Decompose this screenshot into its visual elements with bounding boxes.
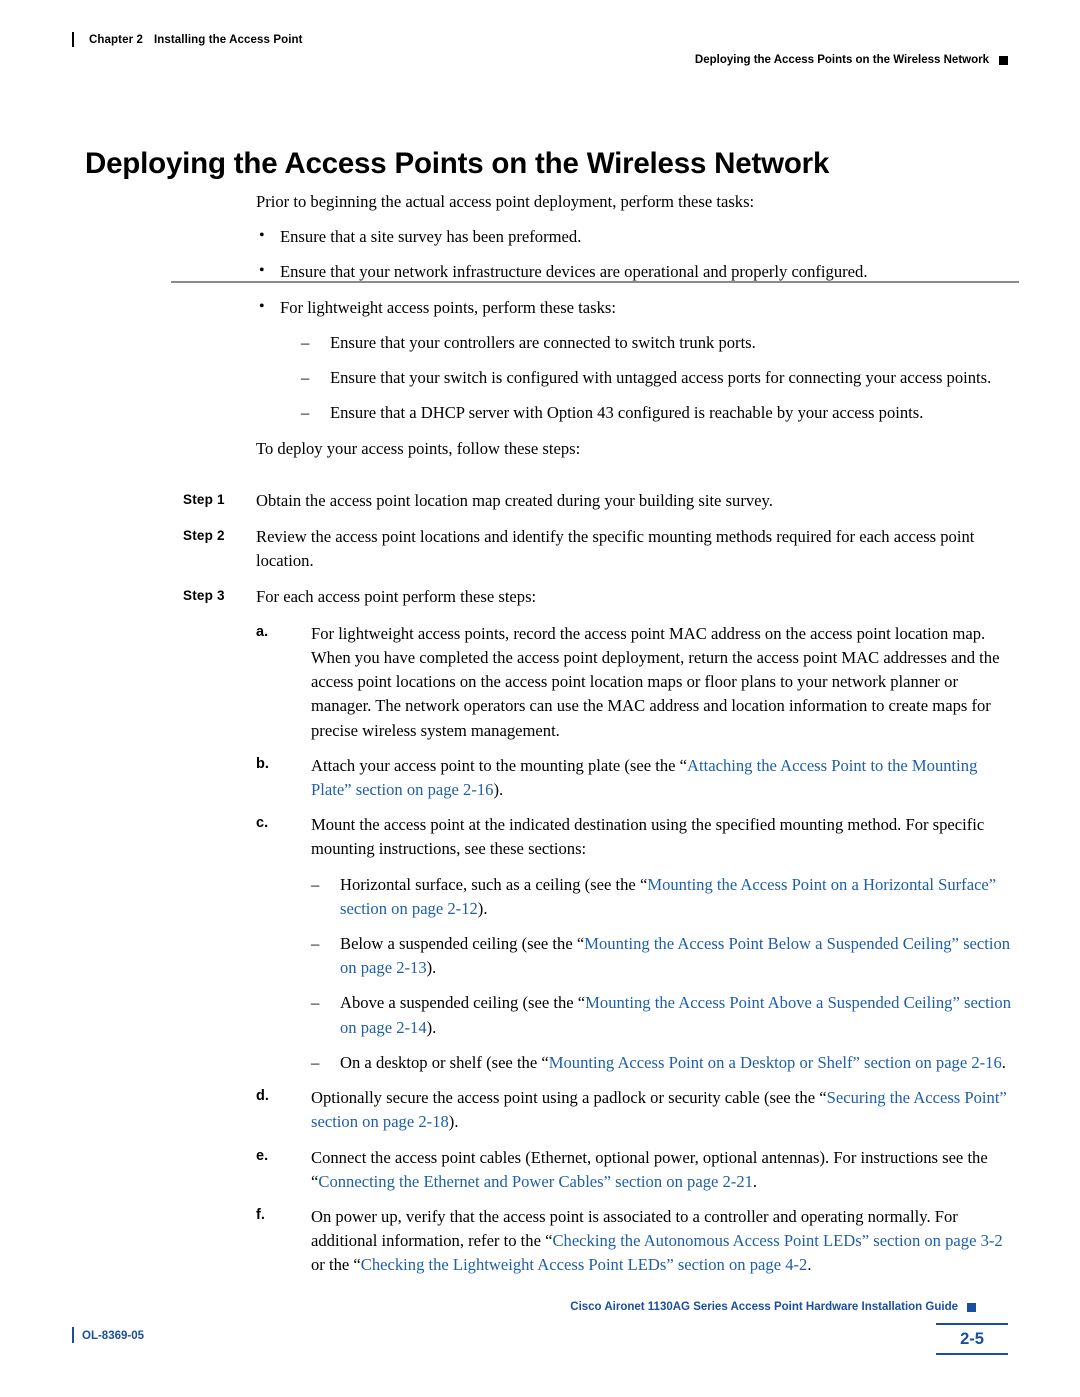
intro-dash-2: Ensure that your switch is configured wi…: [301, 366, 1020, 390]
substep-label-d: d.: [256, 1088, 269, 1105]
substep-text-f-post: .: [807, 1255, 812, 1275]
substep-text-d-post: ).: [448, 1112, 459, 1132]
header-running-head-block: Deploying the Access Points on the Wirel…: [695, 54, 1008, 66]
substep-c-dash-2: Below a suspended ceiling (see the “Moun…: [311, 932, 1020, 980]
substep-row-e: e. Connect the access point cables (Ethe…: [256, 1146, 1020, 1194]
cross-reference-link-ethernet-power-cables[interactable]: Connecting the Ethernet and Power Cables…: [318, 1172, 753, 1191]
step-label-3: Step 3: [183, 588, 225, 604]
page-footer: Cisco Aironet 1130AG Series Access Point…: [72, 1301, 1008, 1355]
header-running-head: Deploying the Access Points on the Wirel…: [694, 54, 989, 66]
substep-c-dash-4: On a desktop or shelf (see the “Mounting…: [311, 1051, 1020, 1075]
step-label-1: Step 1: [183, 491, 225, 507]
step-label-2: Step 2: [183, 527, 225, 543]
substep-text-d-pre: Optionally secure the access point using…: [311, 1088, 827, 1108]
cross-reference-link-autonomous-ap-leds[interactable]: Checking the Autonomous Access Point LED…: [552, 1231, 1002, 1250]
header-chapter-block: Chapter 2 Installing the Access Point: [72, 32, 303, 47]
header-chapter-number: Chapter 2: [89, 33, 143, 46]
substep-label-a: a.: [256, 623, 269, 640]
step-text-3: For each access point perform these step…: [256, 587, 537, 607]
page-body: Prior to beginning the actual access poi…: [85, 190, 1020, 1289]
footer-guide-block: Cisco Aironet 1130AG Series Access Point…: [570, 1301, 976, 1313]
substep-c-dash-4-post: .: [1001, 1052, 1006, 1072]
substep-text-b-pre: Attach your access point to the mounting…: [311, 755, 688, 775]
step-text-1: Obtain the access point location map cre…: [256, 490, 773, 510]
document-page: Chapter 2 Installing the Access Point De…: [0, 0, 1080, 1397]
step-row-3: Step 3 For each access point perform the…: [85, 585, 1020, 609]
substep-text-e-post: .: [752, 1171, 758, 1191]
intro-bullet-1: Ensure that a site survey has been prefo…: [256, 224, 1020, 249]
substep-c-dash-2-post: ).: [426, 958, 437, 978]
intro-follow: To deploy your access points, follow the…: [256, 438, 581, 458]
substep-c-dash-3-post: ).: [426, 1017, 437, 1037]
step-text-2: Review the access point locations and id…: [256, 526, 975, 571]
steps-list: Step 1 Obtain the access point location …: [85, 489, 1020, 1278]
substep-c-dash-3: Above a suspended ceiling (see the “Moun…: [311, 991, 1020, 1039]
page-title: Deploying the Access Points on the Wirel…: [85, 146, 830, 180]
steps-divider-rule: [171, 281, 1019, 283]
page-header: Chapter 2 Installing the Access Point De…: [72, 32, 1008, 78]
substep-c-dash-1-pre: Horizontal surface, such as a ceiling (s…: [340, 874, 648, 894]
header-chapter-title: Installing the Access Point: [153, 33, 303, 46]
cross-reference-link-desktop-or-shelf[interactable]: Mounting Access Point on a Desktop or Sh…: [549, 1053, 1002, 1072]
substep-c-dash-1: Horizontal surface, such as a ceiling (s…: [311, 873, 1020, 921]
footer-document-id: OL-8369-05: [82, 1330, 145, 1342]
footer-guide-title: Cisco Aironet 1130AG Series Access Point…: [570, 1301, 958, 1313]
footer-tick-mark: [72, 1327, 74, 1343]
substep-c-dash-2-pre: Below a suspended ceiling (see the “: [340, 934, 585, 954]
footer-square-icon: [967, 1302, 976, 1312]
substep-row-c: c. Mount the access point at the indicat…: [256, 813, 1020, 861]
footer-page-number: 2-5: [936, 1323, 1008, 1355]
header-square-icon: [999, 55, 1008, 65]
substep-label-f: f.: [256, 1207, 265, 1223]
intro-bullet-3: For lightweight access points, perform t…: [256, 295, 1020, 320]
intro-dash-3: Ensure that a DHCP server with Option 43…: [301, 401, 1020, 425]
substep-c-dash-4-pre: On a desktop or shelf (see the “: [340, 1052, 549, 1072]
header-tick-mark: [72, 32, 74, 47]
intro-dash-1: Ensure that your controllers are connect…: [301, 331, 1020, 355]
substep-row-d: d. Optionally secure the access point us…: [256, 1086, 1020, 1134]
substep-text-c: Mount the access point at the indicated …: [311, 815, 985, 859]
substep-row-a: a. For lightweight access points, record…: [256, 622, 1020, 743]
intro-lead: Prior to beginning the actual access poi…: [256, 192, 755, 211]
substep-label-b: b.: [256, 755, 269, 772]
substep-text-f-mid: or the “: [311, 1255, 361, 1275]
cross-reference-link-lightweight-ap-leds[interactable]: Checking the Lightweight Access Point LE…: [361, 1255, 808, 1274]
substep-c-dash-1-post: ).: [477, 898, 488, 918]
substep-row-b: b. Attach your access point to the mount…: [256, 754, 1020, 802]
substep-text-a: For lightweight access points, record th…: [311, 623, 1000, 740]
substep-c-dash-3-pre: Above a suspended ceiling (see the “: [340, 993, 586, 1013]
step-row-2: Step 2 Review the access point locations…: [85, 525, 1020, 573]
substep-label-c: c.: [256, 815, 269, 832]
substep-text-b-post: ).: [493, 779, 504, 799]
substep-label-e: e.: [256, 1147, 269, 1164]
step-row-1: Step 1 Obtain the access point location …: [85, 489, 1020, 513]
substep-row-f: f. On power up, verify that the access p…: [256, 1205, 1020, 1278]
